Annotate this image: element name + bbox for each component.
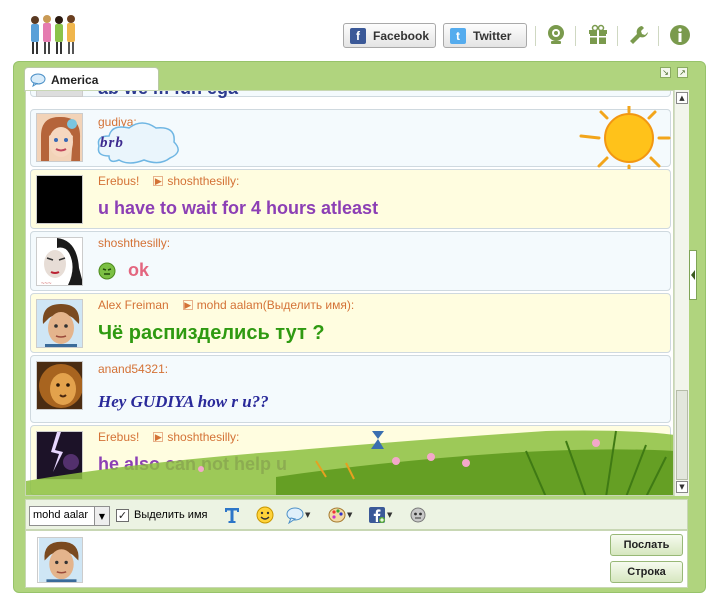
- highlight-name-label: Выделить имя: [134, 509, 208, 521]
- scroll-down-button[interactable]: ▼: [676, 481, 688, 493]
- avatar[interactable]: [36, 175, 83, 224]
- send-button-label: Послать: [623, 539, 670, 551]
- send-button[interactable]: Послать: [610, 534, 683, 556]
- scroll-up-button[interactable]: ▲: [676, 92, 688, 104]
- chat-message: Erebus! ▶ shoshthesilly: u have to wait …: [30, 169, 671, 229]
- message-author[interactable]: Alex Freiman: [98, 298, 169, 312]
- palette-icon: [328, 507, 346, 523]
- recipient-select-dropdown[interactable]: ▼: [94, 506, 110, 526]
- speech-bubble-icon: [30, 73, 46, 87]
- message-meta: anand54321:: [98, 362, 168, 376]
- avatar[interactable]: [36, 113, 83, 162]
- facebook-icon: f: [350, 27, 366, 44]
- avatar-settings-button[interactable]: [409, 505, 427, 525]
- ghost-icon: [410, 507, 426, 523]
- twitter-button-label: Twitter: [473, 28, 512, 43]
- scroll-thumb[interactable]: [676, 390, 688, 480]
- bubble-icon: [286, 507, 304, 524]
- message-input-area[interactable]: Послать Строка: [25, 530, 688, 588]
- reply-arrow-icon: ▶: [182, 299, 193, 310]
- twitter-button[interactable]: t Twitter: [443, 23, 527, 48]
- gift-icon[interactable]: [587, 24, 609, 46]
- gifts-dropdown[interactable]: ▼: [286, 505, 310, 525]
- message-author[interactable]: shoshthesilly:: [98, 236, 170, 250]
- sidebar-toggle[interactable]: [689, 250, 697, 300]
- facebook-button[interactable]: f Facebook: [343, 23, 436, 48]
- smiley-icon: [98, 262, 116, 280]
- message-recipient[interactable]: mohd aalam(Выделить имя):: [197, 298, 355, 312]
- facebook-icon: [369, 507, 385, 523]
- message-text: brb: [100, 135, 124, 151]
- logo: [31, 15, 75, 54]
- smiley-button[interactable]: [256, 505, 274, 525]
- avatar[interactable]: [36, 361, 83, 410]
- svg-text:~~~: ~~~: [41, 281, 52, 286]
- reply-arrow-icon: ▶: [153, 175, 164, 186]
- my-avatar[interactable]: [37, 537, 83, 583]
- avatar[interactable]: ~~~: [36, 237, 83, 286]
- tab-room[interactable]: America: [24, 67, 159, 92]
- smiley-icon: [256, 506, 274, 524]
- message-recipient[interactable]: shoshthesilly:: [167, 174, 239, 188]
- top-bar: f Facebook t Twitter: [0, 0, 715, 62]
- message-text: u have to wait for 4 hours atleast: [98, 198, 379, 218]
- tab-room-label: America: [51, 73, 99, 87]
- info-icon[interactable]: [669, 24, 691, 46]
- color-dropdown[interactable]: ▼: [328, 505, 352, 525]
- chat-message: gudiya: brb: [30, 106, 671, 178]
- message-list: ab we m fun ega gudiya: brb Erebus! ▶ sh…: [25, 90, 674, 496]
- highlight-name-checkbox[interactable]: ✓: [116, 509, 129, 522]
- recipient-select-value: mohd aalar: [33, 509, 89, 521]
- message-text: Hey GUDIYA how r u??: [98, 392, 269, 411]
- minimize-button[interactable]: ↘: [660, 67, 671, 78]
- wrench-icon[interactable]: [628, 24, 650, 46]
- avatar[interactable]: [36, 299, 83, 348]
- meadow-decoration: [26, 430, 673, 495]
- message-meta: Erebus! ▶ shoshthesilly:: [98, 174, 239, 188]
- chat-message: ~~~ shoshthesilly: ok: [30, 231, 671, 291]
- text-format-icon: [225, 508, 239, 523]
- message-text: Чё распизделись тут ?: [98, 322, 325, 344]
- facebook-button-label: Facebook: [373, 28, 430, 43]
- divider: [617, 26, 618, 46]
- message-text: ab we m fun ega: [98, 91, 238, 99]
- input-toolbar: mohd aalar ▼ ✓ Выделить имя ▼ ▼ ▼: [25, 499, 688, 530]
- message-meta: Alex Freiman ▶ mohd aalam(Выделить имя):: [98, 298, 354, 312]
- message-meta: shoshthesilly:: [98, 236, 170, 250]
- chat-message: ab we m fun ega: [30, 91, 671, 99]
- chat-message: Alex Freiman ▶ mohd aalam(Выделить имя):…: [30, 293, 671, 353]
- divider: [658, 26, 659, 46]
- message-author[interactable]: anand54321:: [98, 362, 168, 376]
- chat-scrollbar[interactable]: ▲ ▼: [674, 90, 689, 496]
- chat-message: anand54321: Hey GUDIYA how r u??: [30, 355, 671, 423]
- message-text: ok: [128, 260, 150, 280]
- facebook-share-dropdown[interactable]: ▼: [368, 505, 392, 525]
- maximize-button[interactable]: ↗: [677, 67, 688, 78]
- twitter-icon: t: [450, 27, 466, 44]
- message-author[interactable]: Erebus!: [98, 174, 139, 188]
- divider: [575, 26, 576, 46]
- line-button-label: Строка: [627, 566, 666, 578]
- avatar: [36, 91, 83, 97]
- text-format-button[interactable]: [224, 505, 240, 525]
- divider: [535, 26, 536, 46]
- webcam-icon[interactable]: [545, 24, 567, 46]
- line-button[interactable]: Строка: [610, 561, 683, 583]
